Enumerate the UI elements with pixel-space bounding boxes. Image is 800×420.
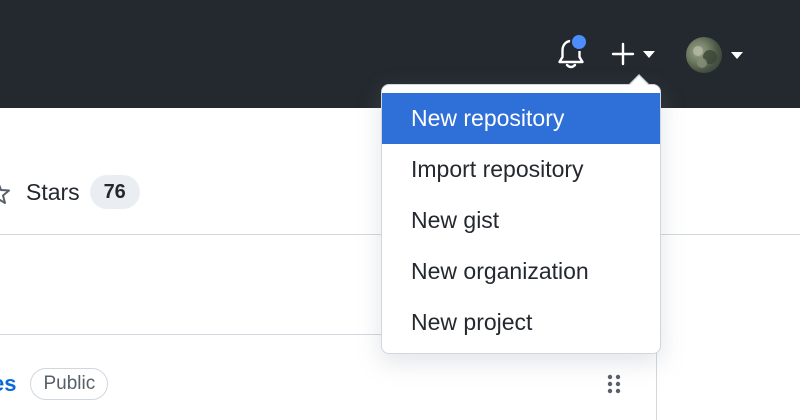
visibility-badge: Public xyxy=(30,368,109,400)
repo-link[interactable]: es xyxy=(0,371,16,397)
repo-card-header: es Public xyxy=(0,366,109,402)
stars-counter: 76 xyxy=(89,175,140,209)
tab-stars[interactable]: Stars 76 xyxy=(0,172,140,212)
grabber-icon xyxy=(607,374,621,394)
tab-stars-label: Stars xyxy=(26,178,80,205)
menu-item-new-repository[interactable]: New repository xyxy=(382,93,660,144)
menu-item-new-project[interactable]: New project xyxy=(382,297,660,348)
drag-handle[interactable] xyxy=(604,372,624,396)
caret-down-icon xyxy=(643,51,655,58)
plus-icon xyxy=(611,42,635,66)
user-menu-button[interactable] xyxy=(686,36,748,74)
avatar xyxy=(686,37,722,73)
caret-down-icon xyxy=(731,52,743,59)
menu-item-new-gist[interactable]: New gist xyxy=(382,195,660,246)
menu-caret-fill xyxy=(629,76,649,86)
create-new-button[interactable] xyxy=(610,38,666,70)
unread-indicator xyxy=(570,33,588,51)
menu-item-import-repository[interactable]: Import repository xyxy=(382,144,660,195)
page: Stars 76 es Public New repository Import… xyxy=(0,0,800,420)
create-menu: New repository Import repository New gis… xyxy=(381,84,661,354)
menu-item-new-organization[interactable]: New organization xyxy=(382,246,660,297)
star-icon xyxy=(0,184,10,204)
